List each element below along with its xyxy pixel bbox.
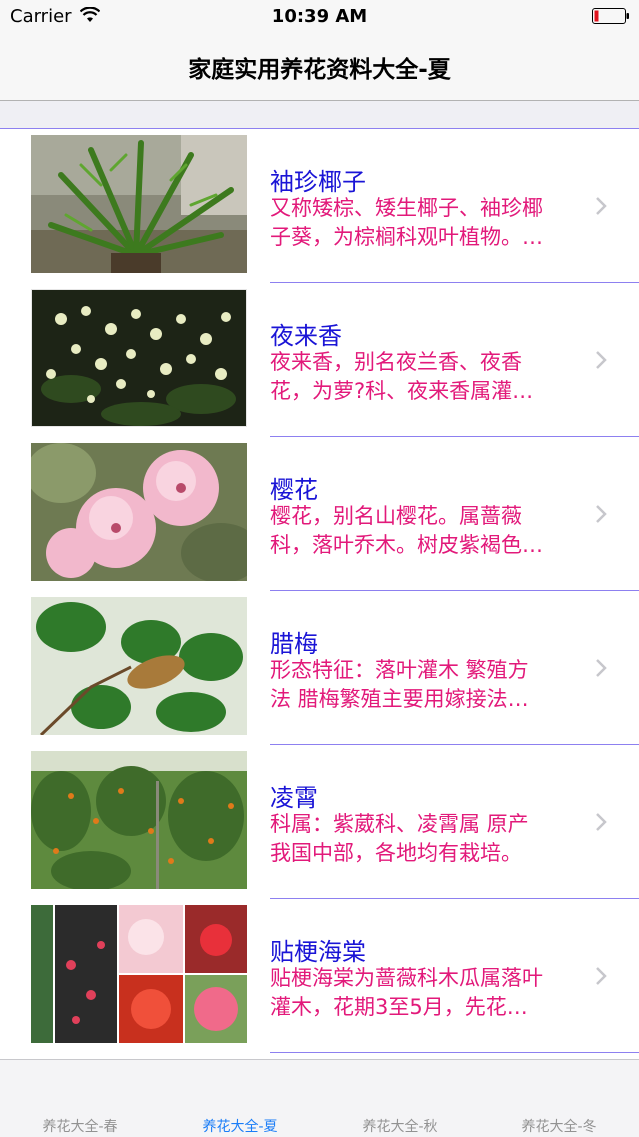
plant-description: 科属：紫葳科、凌霄属 原产 我国中部，各地均有栽培。 bbox=[270, 810, 582, 868]
plant-title: 凌霄 bbox=[270, 784, 318, 812]
chevron-right-icon bbox=[596, 813, 607, 831]
list-item[interactable]: 凌霄 科属：紫葳科、凌霄属 原产 我国中部，各地均有栽培。 bbox=[0, 745, 639, 899]
chevron-right-icon bbox=[596, 197, 607, 215]
navigation-bar: 家庭实用养花资料大全-夏 bbox=[0, 34, 639, 101]
list-item[interactable]: 贴梗海棠 贴梗海棠为蔷薇科木瓜属落叶 灌木，花期3至5月，先花… bbox=[0, 899, 639, 1053]
table-header-spacer bbox=[0, 101, 639, 129]
plant-title: 腊梅 bbox=[270, 630, 318, 658]
wintersweet-thumbnail bbox=[31, 597, 247, 735]
description-line: 法 腊梅繁殖主要用嫁接法… bbox=[270, 687, 529, 711]
description-line: 樱花，别名山樱花。属蔷薇 bbox=[270, 504, 522, 528]
row-divider bbox=[270, 1052, 639, 1053]
plant-description: 夜来香，别名夜兰香、夜香 花，为萝?科、夜来香属灌… bbox=[270, 348, 582, 406]
description-line: 灌木，花期3至5月，先花… bbox=[270, 995, 528, 1019]
tab-spring[interactable]: 养花大全-春 bbox=[0, 1116, 160, 1136]
description-line: 贴梗海棠为蔷薇科木瓜属落叶 bbox=[270, 966, 543, 990]
plant-description: 贴梗海棠为蔷薇科木瓜属落叶 灌木，花期3至5月，先花… bbox=[270, 964, 582, 1022]
tab-winter[interactable]: 养花大全-冬 bbox=[479, 1116, 639, 1136]
description-line: 科属：紫葳科、凌霄属 原产 bbox=[270, 812, 529, 836]
list-item[interactable]: 樱花 樱花，别名山樱花。属蔷薇 科，落叶乔木。树皮紫褐色… bbox=[0, 437, 639, 591]
plant-list[interactable]: 袖珍椰子 又称矮棕、矮生椰子、袖珍椰 子葵，为棕榈科观叶植物。… 夜来香 夜来香… bbox=[0, 129, 639, 1059]
list-item[interactable]: 袖珍椰子 又称矮棕、矮生椰子、袖珍椰 子葵，为棕榈科观叶植物。… bbox=[0, 129, 639, 283]
plant-description: 形态特征：落叶灌木 繁殖方 法 腊梅繁殖主要用嫁接法… bbox=[270, 656, 582, 714]
chevron-right-icon bbox=[596, 505, 607, 523]
plant-title: 樱花 bbox=[270, 476, 318, 504]
plant-title: 袖珍椰子 bbox=[270, 168, 366, 196]
battery-icon bbox=[592, 8, 629, 24]
list-item[interactable]: 夜来香 夜来香，别名夜兰香、夜香 花，为萝?科、夜来香属灌… bbox=[0, 283, 639, 437]
palm-plant-thumbnail bbox=[31, 135, 247, 273]
plant-description: 樱花，别名山樱花。属蔷薇 科，落叶乔木。树皮紫褐色… bbox=[270, 502, 582, 560]
chevron-right-icon bbox=[596, 967, 607, 985]
plant-title: 夜来香 bbox=[270, 322, 342, 350]
page-title: 家庭实用养花资料大全-夏 bbox=[188, 57, 451, 83]
plant-title: 贴梗海棠 bbox=[270, 938, 366, 966]
tab-autumn[interactable]: 养花大全-秋 bbox=[320, 1116, 480, 1136]
chevron-right-icon bbox=[596, 659, 607, 677]
list-item[interactable]: 腊梅 形态特征：落叶灌木 繁殖方 法 腊梅繁殖主要用嫁接法… bbox=[0, 591, 639, 745]
plant-description: 又称矮棕、矮生椰子、袖珍椰 子葵，为棕榈科观叶植物。… bbox=[270, 194, 582, 252]
description-line: 夜来香，别名夜兰香、夜香 bbox=[270, 350, 522, 374]
night-jasmine-thumbnail bbox=[31, 289, 247, 427]
description-line: 又称矮棕、矮生椰子、袖珍椰 bbox=[270, 196, 543, 220]
description-line: 花，为萝?科、夜来香属灌… bbox=[270, 379, 534, 403]
tab-summer[interactable]: 养花大全-夏 bbox=[160, 1116, 320, 1136]
description-line: 形态特征：落叶灌木 繁殖方 bbox=[270, 658, 529, 682]
trumpet-creeper-thumbnail bbox=[31, 751, 247, 889]
description-line: 科，落叶乔木。树皮紫褐色… bbox=[270, 533, 543, 557]
status-bar: Carrier 10:39 AM bbox=[0, 0, 639, 34]
cherry-blossom-thumbnail bbox=[31, 443, 247, 581]
tab-bar: 养花大全-春 养花大全-夏 养花大全-秋 养花大全-冬 bbox=[0, 1059, 639, 1137]
description-line: 子葵，为棕榈科观叶植物。… bbox=[270, 225, 543, 249]
status-time: 10:39 AM bbox=[271, 6, 368, 27]
chevron-right-icon bbox=[596, 351, 607, 369]
flowering-quince-thumbnail bbox=[31, 905, 247, 1043]
description-line: 我国中部，各地均有栽培。 bbox=[270, 841, 522, 865]
